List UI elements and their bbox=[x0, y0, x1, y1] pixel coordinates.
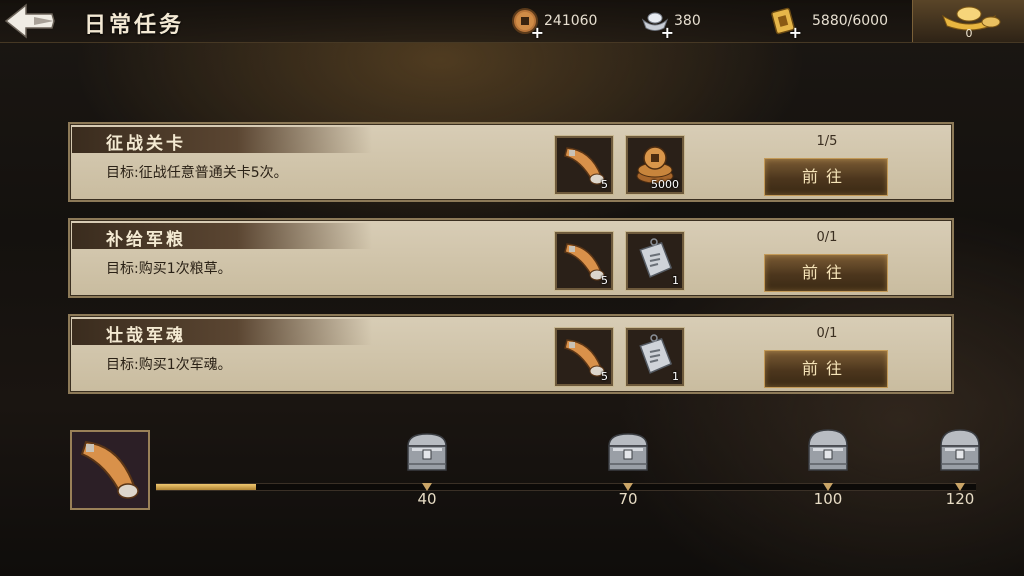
task-name: 壮哉军魂 bbox=[106, 326, 186, 346]
token-card-icon: + bbox=[768, 6, 802, 41]
back-button[interactable] bbox=[2, 2, 58, 40]
task-progress: 0/1 bbox=[816, 230, 838, 245]
reward-quantity: 5000 bbox=[651, 178, 679, 191]
add-stamina-icon[interactable]: + bbox=[789, 25, 802, 41]
top-bar: 日常任务 + 241060 + 380 + 5880/6000 0 bbox=[0, 0, 1024, 43]
page-title: 日常任务 bbox=[84, 13, 185, 38]
silver-resource[interactable]: + 380 bbox=[640, 0, 701, 42]
silver-ingot-icon: + bbox=[640, 6, 674, 41]
task-goal: 目标:购买1次军魂。 bbox=[106, 357, 232, 373]
add-silver-icon[interactable]: + bbox=[661, 25, 674, 41]
copper-coin-icon: + bbox=[510, 6, 544, 41]
copper-amount: 241060 bbox=[544, 13, 598, 29]
task-card: 征战关卡 目标:征战任意普通关卡5次。 5 5000 1/5 前往 bbox=[68, 122, 954, 202]
task-progress: 1/5 bbox=[816, 134, 838, 149]
task-card: 补给军粮 目标:购买1次粮草。 5 1 0/1 前往 bbox=[68, 218, 954, 298]
reward-chest-icon[interactable] bbox=[933, 424, 987, 478]
milestone-label: 40 bbox=[417, 490, 437, 508]
task-progress: 0/1 bbox=[816, 326, 838, 341]
gold-resource[interactable]: 0 bbox=[912, 0, 1024, 42]
activity-progress-fill bbox=[156, 484, 256, 490]
reward-item[interactable]: 5 bbox=[555, 232, 613, 290]
gold-amount: 0 bbox=[965, 27, 973, 40]
milestone-label: 100 bbox=[813, 490, 843, 508]
reward-item[interactable]: 1 bbox=[626, 328, 684, 386]
reward-item[interactable]: 1 bbox=[626, 232, 684, 290]
go-button[interactable]: 前往 bbox=[764, 350, 888, 388]
task-goal: 目标:购买1次粮草。 bbox=[106, 261, 232, 277]
reward-item[interactable]: 5 bbox=[555, 328, 613, 386]
milestone-marker-icon bbox=[955, 476, 965, 491]
task-card: 壮哉军魂 目标:购买1次军魂。 5 1 0/1 前往 bbox=[68, 314, 954, 394]
reward-quantity: 5 bbox=[601, 370, 608, 383]
copper-resource[interactable]: + 241060 bbox=[510, 0, 597, 42]
silver-amount: 380 bbox=[674, 13, 701, 29]
reward-quantity: 1 bbox=[672, 274, 679, 287]
reward-chest-icon[interactable] bbox=[400, 424, 454, 478]
go-button[interactable]: 前往 bbox=[764, 254, 888, 292]
horn-icon bbox=[72, 432, 148, 508]
milestone-marker-icon bbox=[422, 476, 432, 491]
task-name: 征战关卡 bbox=[106, 134, 186, 154]
reward-quantity: 5 bbox=[601, 274, 608, 287]
reward-quantity: 1 bbox=[672, 370, 679, 383]
stamina-resource[interactable]: + 5880/6000 bbox=[768, 0, 888, 42]
task-goal: 目标:征战任意普通关卡5次。 bbox=[106, 165, 288, 181]
stamina-amount: 5880/6000 bbox=[812, 13, 888, 29]
reward-item[interactable]: 5000 bbox=[626, 136, 684, 194]
milestone-marker-icon bbox=[623, 476, 633, 491]
task-name: 补给军粮 bbox=[106, 230, 186, 250]
back-arrow-icon bbox=[4, 3, 55, 39]
reward-item[interactable]: 5 bbox=[555, 136, 613, 194]
reward-chest-icon[interactable] bbox=[601, 424, 655, 478]
milestone-label: 70 bbox=[618, 490, 638, 508]
reward-chest-icon[interactable] bbox=[801, 424, 855, 478]
milestone-label: 120 bbox=[945, 490, 975, 508]
add-copper-icon[interactable]: + bbox=[531, 25, 544, 41]
activity-item[interactable] bbox=[70, 430, 150, 510]
go-button[interactable]: 前往 bbox=[764, 158, 888, 196]
reward-quantity: 5 bbox=[601, 178, 608, 191]
milestone-marker-icon bbox=[823, 476, 833, 491]
